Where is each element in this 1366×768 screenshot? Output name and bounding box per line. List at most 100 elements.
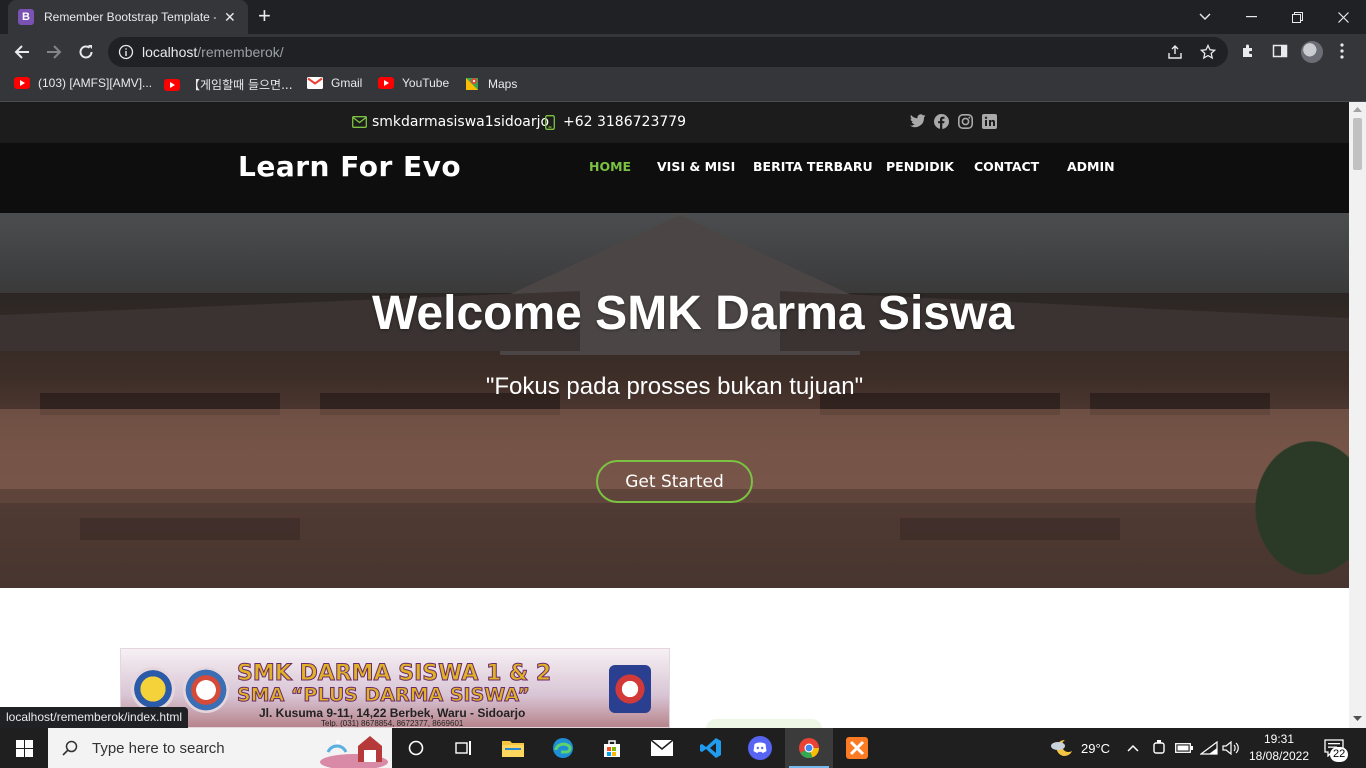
nav-berita-terbaru[interactable]: BERITA TERBARU	[753, 159, 873, 174]
restore-icon	[1291, 11, 1303, 23]
nav-home[interactable]: HOME	[589, 159, 631, 174]
windows-logo-icon	[15, 739, 33, 757]
tray-overflow-chevron-icon[interactable]	[1127, 728, 1139, 768]
tab-close-icon[interactable]: ✕	[224, 9, 236, 26]
windows-taskbar: Type here to search 29°C 19:31 18/08/202	[0, 728, 1366, 768]
microsoft-store-app[interactable]	[588, 728, 636, 768]
taskbar-search-box[interactable]: Type here to search	[48, 728, 392, 768]
url-path: /rememberok/	[197, 44, 284, 60]
store-bag-icon	[602, 738, 622, 758]
folder-icon	[502, 739, 524, 757]
nav-admin[interactable]: ADMIN	[1067, 159, 1115, 174]
nav-pendidik[interactable]: PENDIDIK	[886, 159, 954, 174]
weather-moon-cloud-icon	[1050, 737, 1074, 759]
browser-tab[interactable]: B Remember Bootstrap Template - ✕	[8, 0, 248, 34]
battery-icon[interactable]	[1175, 728, 1193, 768]
task-view-button[interactable]	[440, 728, 488, 768]
envelope-icon	[352, 116, 367, 128]
restore-button[interactable]	[1274, 0, 1320, 34]
start-button[interactable]	[0, 728, 48, 768]
info-icon[interactable]	[118, 44, 134, 60]
close-icon	[1337, 11, 1349, 23]
bookmark-item[interactable]: YouTube	[378, 76, 449, 90]
volume-icon[interactable]	[1222, 728, 1240, 768]
bookmarks-bar: (103) [AMFS][AMV]... 【게임할때 들으면... Gmail …	[0, 70, 1366, 102]
vscode-app[interactable]	[687, 728, 735, 768]
device-icon[interactable]	[1152, 728, 1166, 768]
profile-avatar[interactable]	[1301, 41, 1323, 63]
weather-widget[interactable]: 29°C	[1050, 728, 1110, 768]
edge-icon	[552, 737, 574, 759]
get-started-button[interactable]: Get Started	[596, 460, 753, 503]
xampp-app[interactable]	[833, 728, 881, 768]
school-banner-image: SMK DARMA SISWA 1 & 2 SMA “PLUS DARMA SI…	[120, 648, 670, 728]
contact-email[interactable]: smkdarmasiswa1sidoarjo	[352, 114, 549, 130]
hero-background-lower-floor	[0, 503, 1349, 588]
bookmark-item[interactable]: (103) [AMFS][AMV]...	[14, 76, 152, 90]
bookmark-item[interactable]: Gmail	[307, 76, 362, 90]
contact-phone-text: +62 3186723779	[563, 114, 687, 130]
edge-app[interactable]	[539, 728, 587, 768]
discord-icon	[748, 736, 772, 760]
file-explorer-app[interactable]	[489, 728, 537, 768]
school-logo-icon	[131, 667, 175, 711]
clock-date: 18/08/2022	[1248, 749, 1310, 763]
banner-line-1: SMK DARMA SISWA 1 & 2	[236, 661, 552, 687]
mail-app[interactable]	[638, 728, 686, 768]
phone-icon	[545, 114, 555, 130]
bookmark-item[interactable]: 【게임할때 들으면...	[164, 76, 293, 93]
cortana-button[interactable]	[392, 728, 440, 768]
side-panel-icon[interactable]	[1272, 43, 1288, 59]
sma-logo-icon	[609, 665, 651, 713]
contact-topbar: smkdarmasiswa1sidoarjo +62 3186723779	[0, 102, 1349, 143]
weather-temperature: 29°C	[1081, 740, 1111, 756]
contact-phone[interactable]: +62 3186723779	[545, 114, 686, 130]
scroll-down-icon[interactable]	[1353, 716, 1362, 722]
facebook-icon[interactable]	[934, 114, 949, 129]
taskbar-clock[interactable]: 19:31 18/08/2022	[1248, 731, 1310, 765]
share-icon[interactable]	[1167, 44, 1183, 60]
xampp-icon	[846, 737, 868, 759]
page-scrollbar[interactable]	[1349, 102, 1366, 728]
tab-title: Remember Bootstrap Template -	[44, 10, 216, 24]
scroll-thumb[interactable]	[1353, 118, 1362, 170]
tab-search-button[interactable]	[1182, 0, 1228, 34]
contact-email-text: smkdarmasiswa1sidoarjo	[372, 114, 550, 130]
maps-icon	[464, 76, 480, 92]
reload-button[interactable]	[72, 38, 100, 66]
forward-button[interactable]	[40, 38, 68, 66]
instagram-icon[interactable]	[958, 114, 973, 129]
chevron-down-icon	[1199, 13, 1211, 21]
section-title-pill	[706, 719, 822, 728]
extensions-puzzle-icon[interactable]	[1240, 43, 1256, 59]
arrow-right-icon	[46, 44, 62, 60]
linkedin-icon[interactable]	[982, 114, 997, 129]
link-status-bubble: localhost/rememberok/index.html	[0, 707, 189, 728]
vscode-icon	[700, 737, 722, 759]
url-text: localhost/rememberok/	[142, 44, 284, 60]
bookmark-label: Maps	[488, 77, 518, 91]
browser-tab-bar: B Remember Bootstrap Template - ✕ +	[0, 0, 1366, 34]
chrome-icon	[798, 737, 820, 759]
notification-center-button[interactable]: 22	[1324, 728, 1349, 768]
nav-contact[interactable]: CONTACT	[974, 159, 1039, 174]
twitter-icon[interactable]	[910, 114, 926, 128]
nav-visi-misi[interactable]: VISI & MISI	[657, 159, 735, 174]
menu-kebab-icon[interactable]	[1340, 43, 1344, 59]
bookmark-star-icon[interactable]	[1200, 44, 1216, 60]
address-bar[interactable]: localhost/rememberok/	[108, 37, 1228, 67]
wifi-icon[interactable]	[1200, 728, 1218, 768]
minimize-button[interactable]	[1228, 0, 1274, 34]
chrome-app[interactable]	[785, 728, 833, 768]
back-button[interactable]	[8, 38, 36, 66]
bookmark-item[interactable]: Maps	[464, 76, 517, 92]
new-tab-button[interactable]: +	[258, 5, 271, 27]
scroll-up-icon[interactable]	[1353, 106, 1362, 112]
banner-line-2: SMA “PLUS DARMA SISWA”	[237, 684, 531, 707]
discord-app[interactable]	[736, 728, 784, 768]
bootstrap-favicon-icon: B	[18, 9, 34, 25]
site-logo[interactable]: Learn For Evo	[238, 150, 461, 183]
hero-subtitle: "Fokus pada prosses bukan tujuan"	[485, 373, 864, 400]
close-window-button[interactable]	[1320, 0, 1366, 34]
hero-background-tree	[1240, 423, 1349, 588]
